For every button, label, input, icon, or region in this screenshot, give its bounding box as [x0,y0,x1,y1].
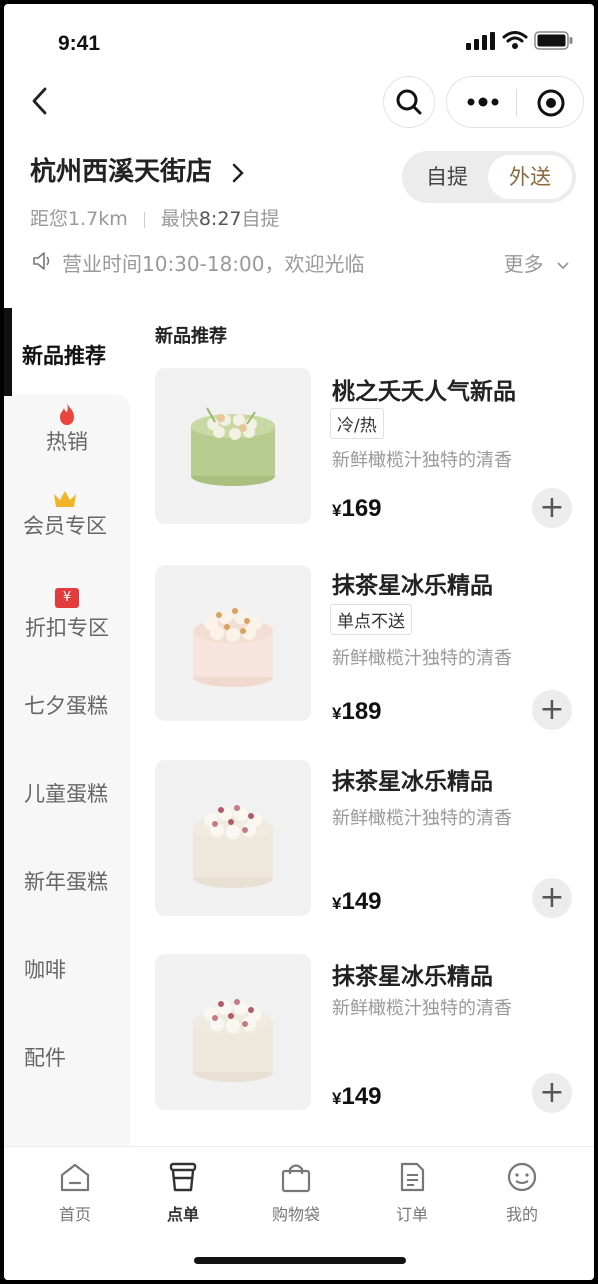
product-image[interactable] [155,760,311,916]
speaker-icon [33,252,50,270]
pickup-option[interactable]: 自提 [402,151,492,203]
price-value: 149 [341,1083,382,1110]
product-image[interactable] [155,565,311,721]
home-indicator [194,1257,406,1264]
profile-icon [507,1162,537,1192]
product-price: ¥189 [332,698,382,726]
tab-home[interactable]: 首页 [20,1161,130,1225]
more-label: 更多 [503,252,544,276]
product-desc: 新鲜橄榄汁独特的清香 [332,808,512,829]
search-button[interactable] [383,76,435,128]
price-value: 189 [341,698,382,725]
product-image[interactable] [155,954,311,1110]
sidebar-item-coffee[interactable]: 咖啡 [24,954,66,984]
add-to-cart-button[interactable]: + [532,488,572,528]
tab-orders[interactable]: 订单 [357,1161,467,1225]
tab-profile-label: 我的 [505,1205,538,1224]
tab-profile[interactable]: 我的 [467,1161,577,1225]
flame-icon [60,403,74,425]
sidebar-item-newyear[interactable]: 新年蛋糕 [24,866,108,896]
plus-icon: + [539,1075,565,1110]
product-price: ¥149 [332,1083,382,1111]
more-dots-icon[interactable] [465,90,501,114]
product-price: ¥149 [332,888,382,916]
mini-program-capsule [446,76,584,128]
tab-orders-label: 订单 [395,1205,428,1224]
sidebar-item-accessories[interactable]: 配件 [24,1042,66,1072]
plus-icon: + [539,490,565,525]
plus-icon: + [539,692,565,727]
yen-coupon-icon: ¥ [55,588,79,608]
sidebar-item-hot[interactable]: 热销 [4,402,130,456]
sidebar-item-discount[interactable]: ¥ 折扣专区 [4,588,130,642]
active-category-indicator [4,308,12,396]
delivery-option[interactable]: 外送 [488,155,572,199]
sidebar-item-qixi[interactable]: 七夕蛋糕 [24,690,108,720]
product-name: 桃之夭夭人气新品 [332,379,516,405]
cup-icon [169,1162,197,1192]
battery-icon [534,31,573,50]
tab-order-menu[interactable]: 点单 [128,1161,238,1225]
product-name: 抹茶星冰乐精品 [332,573,493,599]
order-icon [400,1162,425,1192]
cake-image [193,608,273,687]
sidebar-item-kids[interactable]: 儿童蛋糕 [24,778,108,808]
product-tag: 单点不送 [330,604,412,635]
add-to-cart-button[interactable]: + [532,1073,572,1113]
plus-icon: + [539,880,565,915]
wifi-icon [502,31,528,49]
info-divider [143,211,145,228]
cake-image [193,805,273,888]
search-icon [396,89,422,115]
store-name[interactable]: 杭州西溪天街店 [30,151,245,188]
sidebar-item-new[interactable]: 新品推荐 [22,340,106,370]
distance-text: 距您1.7km [30,208,128,230]
product-desc: 新鲜橄榄汁独特的清香 [332,450,512,471]
store-info: 距您1.7km 最快8:27自提 [30,204,280,231]
tab-order-menu-label: 点单 [166,1205,199,1224]
product-name: 抹茶星冰乐精品 [332,964,493,990]
business-hours-notice: 营业时间10:30-18:00，欢迎光临 [62,252,365,276]
fastest-prefix: 最快 [160,208,199,230]
fastest-suffix: 自提 [241,208,280,230]
tab-bag[interactable]: 购物袋 [241,1161,351,1225]
sidebar-item-hot-label: 热销 [46,430,88,454]
crown-icon [54,491,76,507]
fastest-time: 8:27 [198,208,242,230]
app-screen: 9:41 杭州西溪天街店 自提 外送 距您1.7km 最快8:27自提 营业时间… [4,4,594,1280]
add-to-cart-button[interactable]: + [532,878,572,918]
product-tag: 冷/热 [330,408,384,439]
tab-bag-label: 购物袋 [271,1205,320,1224]
sidebar-item-member-label: 会员专区 [23,514,107,538]
store-name-label: 杭州西溪天街店 [30,157,213,187]
product-name: 抹茶星冰乐精品 [332,769,493,795]
section-title: 新品推荐 [155,326,227,347]
sidebar-item-member[interactable]: 会员专区 [4,488,128,540]
cake-image [191,407,275,486]
sidebar-item-discount-label: 折扣专区 [25,616,109,640]
product-desc: 新鲜橄榄汁独特的清香 [332,998,512,1019]
back-icon[interactable] [28,86,52,116]
tab-home-label: 首页 [58,1205,91,1224]
product-image[interactable] [155,368,311,524]
capsule-divider [516,89,517,117]
close-mini-program-icon[interactable] [535,87,567,119]
cake-image [193,999,273,1082]
chevron-right-icon [232,163,244,182]
price-value: 169 [341,495,382,522]
delivery-mode-toggle: 自提 外送 [402,151,576,203]
add-to-cart-button[interactable]: + [532,690,572,730]
product-desc: 新鲜橄榄汁独特的清香 [332,648,512,669]
bag-icon [281,1164,311,1193]
more-button[interactable]: 更多 [504,248,570,277]
price-value: 149 [341,888,382,915]
status-time: 9:41 [58,32,101,55]
signal-icon [466,32,495,50]
home-icon [60,1163,90,1192]
product-price: ¥169 [332,495,382,523]
chevron-down-icon [557,261,569,269]
